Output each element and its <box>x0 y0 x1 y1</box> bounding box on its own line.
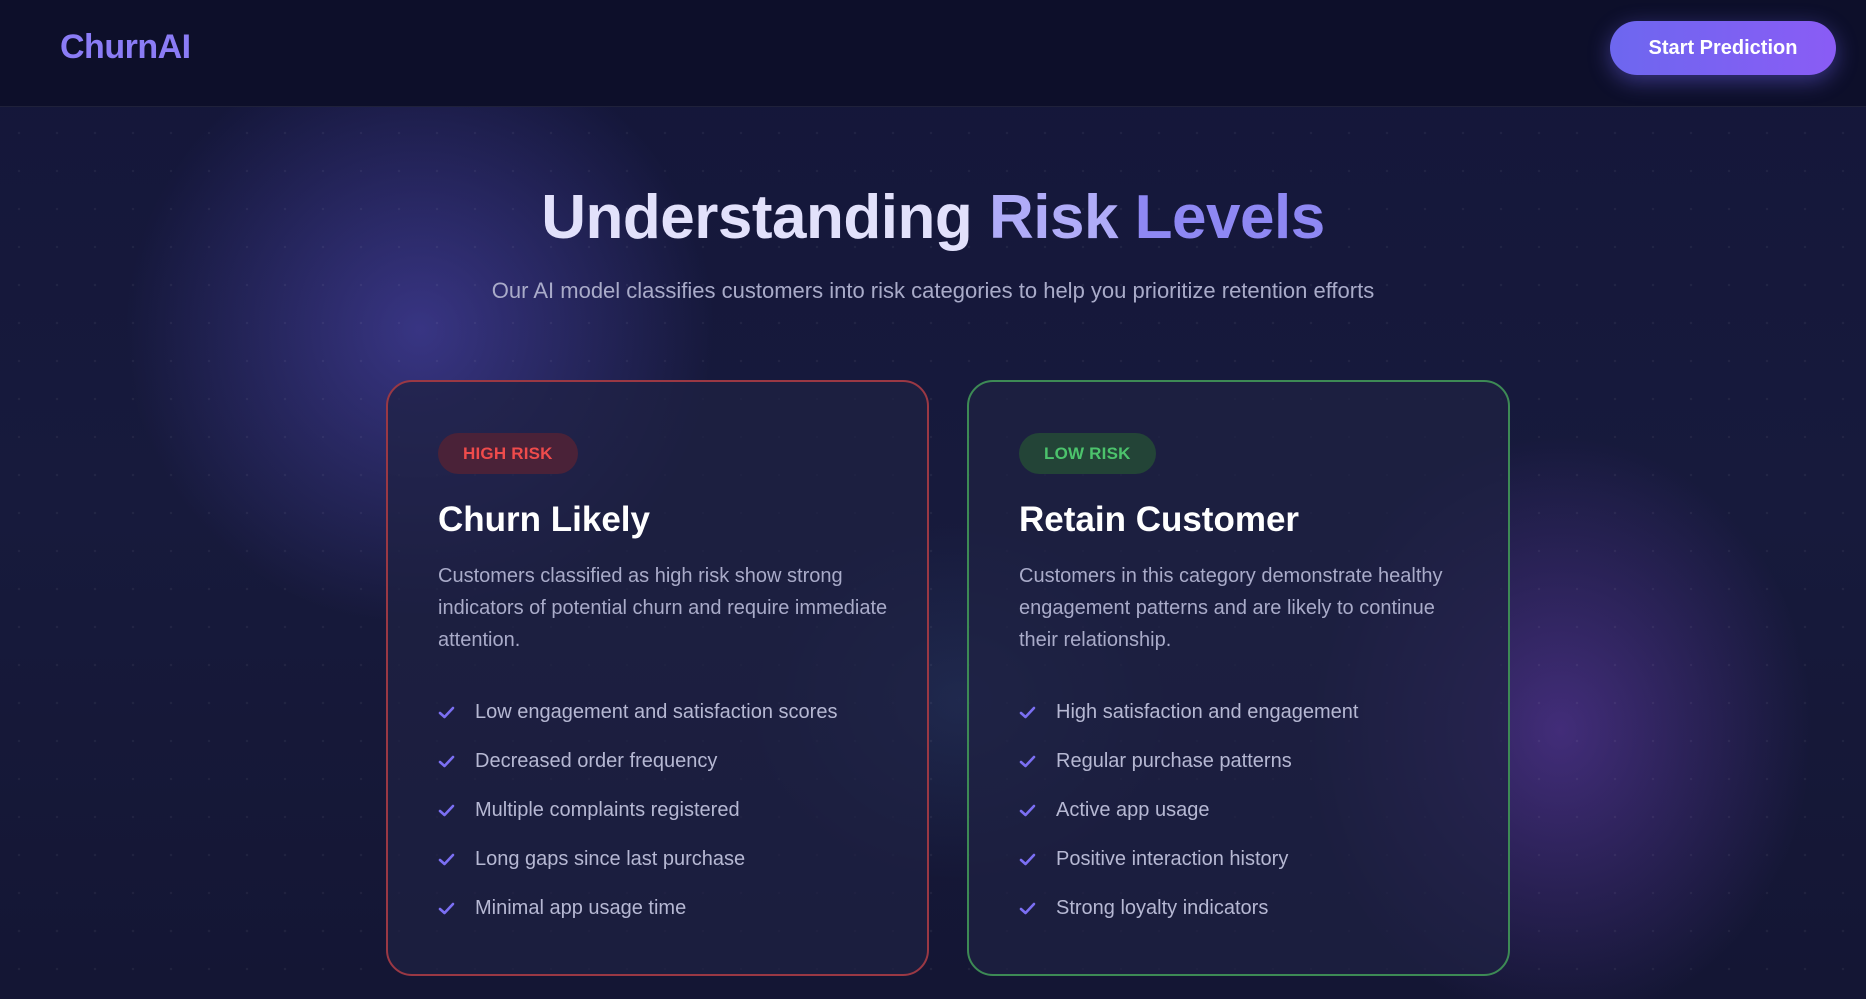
check-icon <box>1019 902 1036 915</box>
feature-list: Low engagement and satisfaction scores D… <box>438 688 837 933</box>
list-item: Long gaps since last purchase <box>438 835 837 884</box>
feature-text: Long gaps since last purchase <box>475 848 746 870</box>
navbar: ChurnAI Start Prediction <box>0 0 1866 107</box>
feature-list: High satisfaction and engagement Regular… <box>1019 688 1358 933</box>
check-icon <box>1019 755 1036 768</box>
logo[interactable]: ChurnAI <box>60 28 191 67</box>
page-subtitle: Our AI model classifies customers into r… <box>491 278 1375 303</box>
feature-text: Multiple complaints registered <box>475 799 740 821</box>
page-title-word: Understanding <box>541 183 973 252</box>
background-dot-pattern <box>0 0 1866 999</box>
card-description: Customers classified as high risk show s… <box>438 565 888 651</box>
list-item: Regular purchase patterns <box>1019 737 1358 786</box>
check-icon <box>438 853 455 866</box>
feature-text: Active app usage <box>1056 799 1210 821</box>
list-item: Positive interaction history <box>1019 835 1358 884</box>
page-title-word: Risk <box>988 183 1118 252</box>
card-title: Retain Customer <box>1019 500 1300 539</box>
list-item: Minimal app usage time <box>438 884 837 933</box>
page: ChurnAI Start Prediction Understanding R… <box>0 0 1866 999</box>
page-title: Understanding Risk Levels <box>0 182 1866 253</box>
check-icon <box>438 755 455 768</box>
page-title-word: Levels <box>1134 183 1326 252</box>
high-risk-badge: HIGH RISK <box>438 433 578 474</box>
high-risk-card: HIGH RISK Churn Likely Customers classif… <box>386 380 929 976</box>
feature-text: High satisfaction and engagement <box>1056 701 1359 723</box>
feature-text: Minimal app usage time <box>475 897 687 919</box>
list-item: High satisfaction and engagement <box>1019 688 1358 737</box>
list-item: Low engagement and satisfaction scores <box>438 688 837 737</box>
low-risk-card: LOW RISK Retain Customer Customers in th… <box>967 380 1510 976</box>
list-item: Active app usage <box>1019 786 1358 835</box>
feature-text: Regular purchase patterns <box>1056 750 1292 772</box>
check-icon <box>438 706 455 719</box>
card-title: Churn Likely <box>438 500 650 539</box>
check-icon <box>1019 706 1036 719</box>
list-item: Decreased order frequency <box>438 737 837 786</box>
list-item: Multiple complaints registered <box>438 786 837 835</box>
check-icon <box>438 804 455 817</box>
feature-text: Decreased order frequency <box>475 750 718 772</box>
feature-text: Strong loyalty indicators <box>1056 897 1269 919</box>
check-icon <box>438 902 455 915</box>
low-risk-badge: LOW RISK <box>1019 433 1156 474</box>
start-prediction-button[interactable]: Start Prediction <box>1610 21 1836 75</box>
check-icon <box>1019 853 1036 866</box>
feature-text: Low engagement and satisfaction scores <box>475 701 838 723</box>
check-icon <box>1019 804 1036 817</box>
feature-text: Positive interaction history <box>1056 848 1289 870</box>
list-item: Strong loyalty indicators <box>1019 884 1358 933</box>
card-description: Customers in this category demonstrate h… <box>1019 565 1443 651</box>
